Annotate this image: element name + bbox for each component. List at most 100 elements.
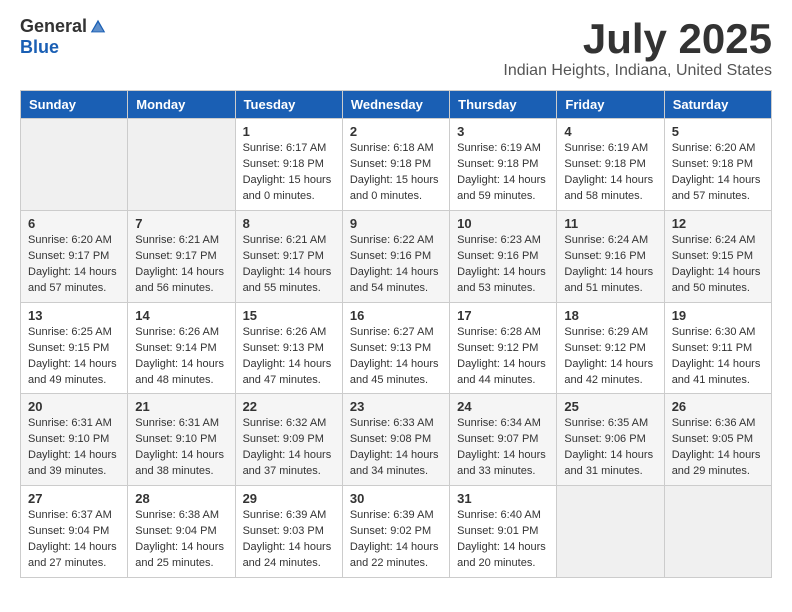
col-tuesday: Tuesday	[235, 91, 342, 119]
day-number: 5	[672, 124, 764, 139]
table-row: 13 Sunrise: 6:25 AMSunset: 9:15 PMDaylig…	[21, 302, 128, 394]
day-info: Sunrise: 6:31 AMSunset: 9:10 PMDaylight:…	[135, 416, 227, 480]
table-row: 7 Sunrise: 6:21 AMSunset: 9:17 PMDayligh…	[128, 210, 235, 302]
day-info: Sunrise: 6:29 AMSunset: 9:12 PMDaylight:…	[564, 325, 656, 389]
day-info: Sunrise: 6:26 AMSunset: 9:13 PMDaylight:…	[243, 325, 335, 389]
day-number: 26	[672, 399, 764, 414]
day-number: 6	[28, 216, 120, 231]
location-text: Indian Heights, Indiana, United States	[503, 62, 772, 80]
table-row: 29 Sunrise: 6:39 AMSunset: 9:03 PMDaylig…	[235, 486, 342, 578]
day-info: Sunrise: 6:22 AMSunset: 9:16 PMDaylight:…	[350, 233, 442, 297]
day-number: 9	[350, 216, 442, 231]
calendar-week-row: 13 Sunrise: 6:25 AMSunset: 9:15 PMDaylig…	[21, 302, 772, 394]
table-row: 9 Sunrise: 6:22 AMSunset: 9:16 PMDayligh…	[342, 210, 449, 302]
day-info: Sunrise: 6:26 AMSunset: 9:14 PMDaylight:…	[135, 325, 227, 389]
day-number: 7	[135, 216, 227, 231]
day-number: 1	[243, 124, 335, 139]
table-row: 22 Sunrise: 6:32 AMSunset: 9:09 PMDaylig…	[235, 394, 342, 486]
title-section: July 2025 Indian Heights, Indiana, Unite…	[503, 16, 772, 80]
day-number: 16	[350, 308, 442, 323]
day-info: Sunrise: 6:31 AMSunset: 9:10 PMDaylight:…	[28, 416, 120, 480]
table-row	[664, 486, 771, 578]
calendar-week-row: 1 Sunrise: 6:17 AMSunset: 9:18 PMDayligh…	[21, 119, 772, 211]
table-row: 23 Sunrise: 6:33 AMSunset: 9:08 PMDaylig…	[342, 394, 449, 486]
calendar-table: Sunday Monday Tuesday Wednesday Thursday…	[20, 90, 772, 578]
day-info: Sunrise: 6:35 AMSunset: 9:06 PMDaylight:…	[564, 416, 656, 480]
day-info: Sunrise: 6:19 AMSunset: 9:18 PMDaylight:…	[564, 141, 656, 205]
calendar-header-row: Sunday Monday Tuesday Wednesday Thursday…	[21, 91, 772, 119]
logo-blue-text: Blue	[20, 37, 59, 57]
page-header: General Blue July 2025 Indian Heights, I…	[20, 16, 772, 80]
day-info: Sunrise: 6:23 AMSunset: 9:16 PMDaylight:…	[457, 233, 549, 297]
table-row: 4 Sunrise: 6:19 AMSunset: 9:18 PMDayligh…	[557, 119, 664, 211]
table-row: 3 Sunrise: 6:19 AMSunset: 9:18 PMDayligh…	[450, 119, 557, 211]
table-row: 10 Sunrise: 6:23 AMSunset: 9:16 PMDaylig…	[450, 210, 557, 302]
day-number: 20	[28, 399, 120, 414]
table-row: 17 Sunrise: 6:28 AMSunset: 9:12 PMDaylig…	[450, 302, 557, 394]
table-row: 18 Sunrise: 6:29 AMSunset: 9:12 PMDaylig…	[557, 302, 664, 394]
table-row	[557, 486, 664, 578]
day-number: 10	[457, 216, 549, 231]
day-info: Sunrise: 6:30 AMSunset: 9:11 PMDaylight:…	[672, 325, 764, 389]
calendar-week-row: 6 Sunrise: 6:20 AMSunset: 9:17 PMDayligh…	[21, 210, 772, 302]
table-row	[128, 119, 235, 211]
day-info: Sunrise: 6:25 AMSunset: 9:15 PMDaylight:…	[28, 325, 120, 389]
table-row: 28 Sunrise: 6:38 AMSunset: 9:04 PMDaylig…	[128, 486, 235, 578]
day-number: 18	[564, 308, 656, 323]
day-number: 8	[243, 216, 335, 231]
logo-icon	[89, 18, 107, 36]
day-info: Sunrise: 6:38 AMSunset: 9:04 PMDaylight:…	[135, 508, 227, 572]
day-info: Sunrise: 6:20 AMSunset: 9:17 PMDaylight:…	[28, 233, 120, 297]
col-thursday: Thursday	[450, 91, 557, 119]
logo-general-text: General	[20, 16, 87, 37]
day-number: 14	[135, 308, 227, 323]
day-info: Sunrise: 6:19 AMSunset: 9:18 PMDaylight:…	[457, 141, 549, 205]
day-info: Sunrise: 6:39 AMSunset: 9:03 PMDaylight:…	[243, 508, 335, 572]
calendar-week-row: 27 Sunrise: 6:37 AMSunset: 9:04 PMDaylig…	[21, 486, 772, 578]
col-saturday: Saturday	[664, 91, 771, 119]
table-row: 31 Sunrise: 6:40 AMSunset: 9:01 PMDaylig…	[450, 486, 557, 578]
day-info: Sunrise: 6:33 AMSunset: 9:08 PMDaylight:…	[350, 416, 442, 480]
table-row: 1 Sunrise: 6:17 AMSunset: 9:18 PMDayligh…	[235, 119, 342, 211]
day-info: Sunrise: 6:36 AMSunset: 9:05 PMDaylight:…	[672, 416, 764, 480]
day-number: 13	[28, 308, 120, 323]
table-row: 15 Sunrise: 6:26 AMSunset: 9:13 PMDaylig…	[235, 302, 342, 394]
calendar-week-row: 20 Sunrise: 6:31 AMSunset: 9:10 PMDaylig…	[21, 394, 772, 486]
table-row: 14 Sunrise: 6:26 AMSunset: 9:14 PMDaylig…	[128, 302, 235, 394]
day-info: Sunrise: 6:27 AMSunset: 9:13 PMDaylight:…	[350, 325, 442, 389]
month-title: July 2025	[503, 16, 772, 62]
day-info: Sunrise: 6:20 AMSunset: 9:18 PMDaylight:…	[672, 141, 764, 205]
day-number: 24	[457, 399, 549, 414]
day-number: 28	[135, 491, 227, 506]
table-row	[21, 119, 128, 211]
table-row: 5 Sunrise: 6:20 AMSunset: 9:18 PMDayligh…	[664, 119, 771, 211]
table-row: 25 Sunrise: 6:35 AMSunset: 9:06 PMDaylig…	[557, 394, 664, 486]
day-number: 23	[350, 399, 442, 414]
day-number: 29	[243, 491, 335, 506]
table-row: 12 Sunrise: 6:24 AMSunset: 9:15 PMDaylig…	[664, 210, 771, 302]
col-monday: Monday	[128, 91, 235, 119]
day-info: Sunrise: 6:34 AMSunset: 9:07 PMDaylight:…	[457, 416, 549, 480]
day-info: Sunrise: 6:18 AMSunset: 9:18 PMDaylight:…	[350, 141, 442, 205]
col-wednesday: Wednesday	[342, 91, 449, 119]
day-number: 4	[564, 124, 656, 139]
table-row: 8 Sunrise: 6:21 AMSunset: 9:17 PMDayligh…	[235, 210, 342, 302]
table-row: 27 Sunrise: 6:37 AMSunset: 9:04 PMDaylig…	[21, 486, 128, 578]
day-number: 31	[457, 491, 549, 506]
day-number: 19	[672, 308, 764, 323]
day-number: 21	[135, 399, 227, 414]
day-info: Sunrise: 6:39 AMSunset: 9:02 PMDaylight:…	[350, 508, 442, 572]
day-info: Sunrise: 6:17 AMSunset: 9:18 PMDaylight:…	[243, 141, 335, 205]
table-row: 16 Sunrise: 6:27 AMSunset: 9:13 PMDaylig…	[342, 302, 449, 394]
logo: General Blue	[20, 16, 107, 58]
table-row: 24 Sunrise: 6:34 AMSunset: 9:07 PMDaylig…	[450, 394, 557, 486]
day-number: 15	[243, 308, 335, 323]
day-number: 27	[28, 491, 120, 506]
day-info: Sunrise: 6:21 AMSunset: 9:17 PMDaylight:…	[243, 233, 335, 297]
day-info: Sunrise: 6:32 AMSunset: 9:09 PMDaylight:…	[243, 416, 335, 480]
day-number: 12	[672, 216, 764, 231]
day-info: Sunrise: 6:24 AMSunset: 9:16 PMDaylight:…	[564, 233, 656, 297]
day-info: Sunrise: 6:40 AMSunset: 9:01 PMDaylight:…	[457, 508, 549, 572]
day-number: 17	[457, 308, 549, 323]
table-row: 19 Sunrise: 6:30 AMSunset: 9:11 PMDaylig…	[664, 302, 771, 394]
